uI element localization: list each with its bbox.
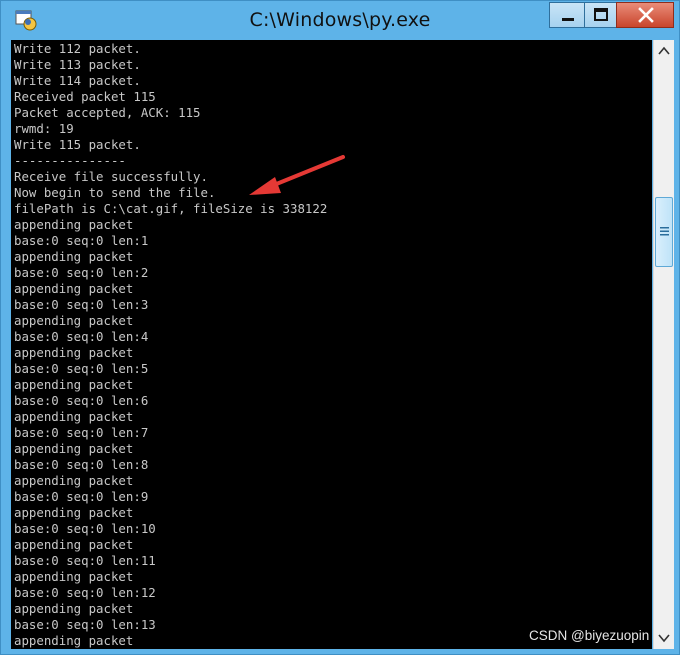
watermark-text: CSDN @biyezuopin	[529, 628, 650, 643]
console-line: rwmd: 19	[14, 121, 74, 136]
console-line: appending packet	[14, 249, 134, 264]
console-line: appending packet	[14, 281, 134, 296]
maximize-button[interactable]	[584, 2, 617, 28]
console-lines: Write 112 packet. Write 113 packet. Write …	[14, 41, 327, 649]
console-line: base:0 seq:0 len:5	[14, 361, 149, 376]
console-line: appending packet	[14, 377, 134, 392]
close-icon	[638, 7, 654, 23]
console-line: appending packet	[14, 569, 134, 584]
console-line: base:0 seq:0 len:11	[14, 553, 156, 568]
maximize-icon	[594, 8, 608, 21]
scrollbar-thumb[interactable]	[655, 197, 673, 267]
console-line: appending packet	[14, 505, 134, 520]
console-line: appending packet	[14, 409, 134, 424]
console-line: Packet accepted, ACK: 115	[14, 105, 201, 120]
console-line: base:0 seq:0 len:12	[14, 585, 156, 600]
console-output[interactable]: Write 112 packet. Write 113 packet. Write …	[11, 40, 652, 649]
minimize-icon	[562, 18, 574, 21]
vertical-scrollbar[interactable]	[653, 40, 674, 649]
console-line: filePath is C:\cat.gif, fileSize is 3381…	[14, 201, 328, 216]
console-line: appending packet	[14, 217, 134, 232]
console-line: base:0 seq:0 len:9	[14, 489, 149, 504]
chevron-up-icon[interactable]	[654, 42, 674, 60]
close-button[interactable]	[616, 2, 674, 28]
console-line: Received packet 115	[14, 89, 156, 104]
chevron-down-icon[interactable]	[654, 629, 674, 647]
console-line: base:0 seq:0 len:7	[14, 425, 149, 440]
title-bar[interactable]: C:\Windows\py.exe	[1, 1, 679, 39]
console-line: appending packet	[14, 537, 134, 552]
console-line: base:0 seq:0 len:6	[14, 393, 149, 408]
console-line: base:0 seq:0 len:1	[14, 233, 149, 248]
console-line: Write 112 packet.	[14, 41, 141, 56]
console-line: base:0 seq:0 len:10	[14, 521, 156, 536]
console-line: Write 113 packet.	[14, 57, 141, 72]
console-line: appending packet	[14, 601, 134, 616]
console-line: appending packet	[14, 313, 134, 328]
console-line: base:0 seq:0 len:4	[14, 329, 149, 344]
console-line: appending packet	[14, 345, 134, 360]
console-line: Write 114 packet.	[14, 73, 141, 88]
console-line: base:0 seq:0 len:2	[14, 265, 149, 280]
console-line: appending packet	[14, 473, 134, 488]
console-line: appending packet	[14, 441, 134, 456]
console-line: appending packet	[14, 633, 134, 648]
red-arrow-annotation	[249, 155, 345, 195]
grip-lines-icon	[660, 227, 669, 236]
console-window: C:\Windows\py.exe Write 112 packet. Write…	[0, 0, 680, 655]
console-line: base:0 seq:0 len:3	[14, 297, 149, 312]
minimize-button[interactable]	[549, 2, 585, 28]
console-line: base:0 seq:0 len:13	[14, 617, 156, 632]
console-line: base:0 seq:0 len:8	[14, 457, 149, 472]
